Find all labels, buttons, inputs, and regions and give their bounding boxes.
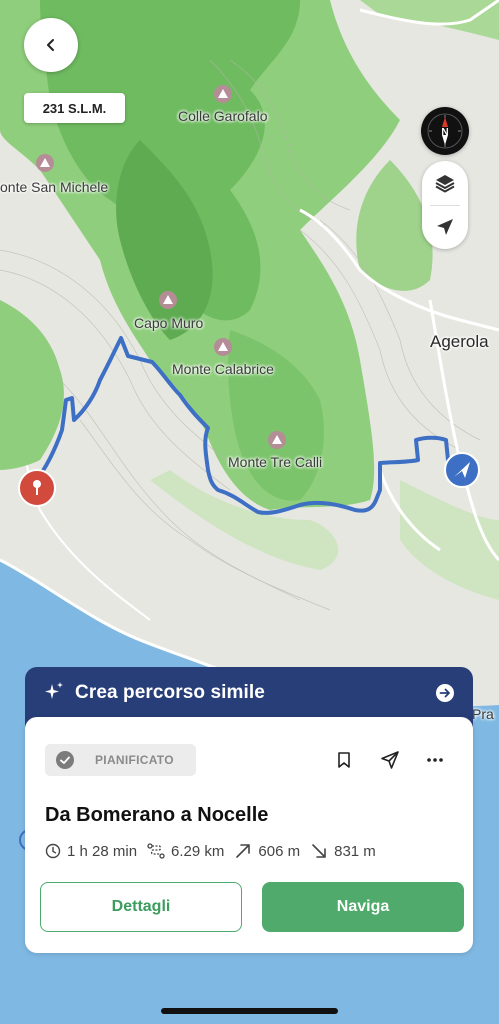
start-pin-icon (18, 469, 56, 507)
check-circle-icon (56, 751, 74, 769)
route-stats: 1 h 28 min 6.29 km 606 m 831 m (45, 842, 386, 860)
status-chip: PIANIFICATO (45, 744, 196, 776)
altitude-badge: 231 S.L.M. (24, 93, 125, 123)
map-label-monte-tre-calli: Monte Tre Calli (228, 454, 323, 470)
bookmark-icon (338, 752, 350, 768)
home-indicator[interactable] (161, 1008, 338, 1014)
ascent-value: 606 m (258, 842, 301, 860)
ascent-icon (236, 844, 251, 858)
bookmark-button[interactable] (331, 747, 357, 773)
more-icon (427, 758, 443, 762)
controls-divider (430, 205, 460, 206)
svg-text:N: N (441, 127, 448, 138)
share-button[interactable] (377, 747, 403, 773)
back-icon (47, 39, 54, 51)
end-location-icon (444, 452, 480, 488)
create-similar-route-label: Crea percorso simile (75, 682, 265, 703)
compass-icon: N (427, 113, 463, 149)
arrow-right-circle-icon (436, 684, 454, 702)
route-card: PIANIFICATO Da Bomerano a Nocelle 1 h 28… (25, 717, 473, 953)
back-button[interactable] (24, 18, 78, 72)
ascent-stat: 606 m (234, 842, 300, 860)
status-label: PIANIFICATO (95, 753, 174, 767)
distance-value: 6.29 km (171, 842, 225, 860)
descent-icon (312, 844, 326, 858)
map-label-agerola: Agerola (430, 332, 489, 351)
route-icon (147, 843, 165, 859)
map-label-pra: Pra (472, 706, 494, 722)
map-label-colle-garofalo: Colle Garofalo (178, 108, 268, 124)
distance-stat: 6.29 km (147, 843, 224, 860)
details-button[interactable]: Dettagli (40, 882, 242, 932)
location-arrow-icon (437, 219, 453, 235)
route-title: Da Bomerano a Nocelle (45, 804, 269, 826)
duration-value: 1 h 28 min (67, 842, 138, 860)
sparkle-icon (45, 682, 63, 699)
navigate-button[interactable]: Naviga (262, 882, 464, 932)
locate-button[interactable] (422, 205, 468, 249)
duration-stat: 1 h 28 min (45, 843, 137, 860)
layers-icon (435, 175, 455, 193)
map-label-capo-muro: Capo Muro (134, 315, 204, 331)
layers-button[interactable] (422, 161, 468, 205)
map-controls (422, 161, 468, 249)
send-icon (381, 751, 399, 769)
compass-button[interactable]: N (421, 107, 469, 155)
descent-value: 831 m (334, 842, 376, 860)
descent-stat: 831 m (310, 842, 376, 860)
map-label-monte-calabrice: Monte Calabrice (172, 361, 274, 377)
more-options-button[interactable] (422, 747, 448, 773)
clock-icon (45, 843, 61, 859)
map-label-monte-san-michele: onte San Michele (0, 179, 109, 195)
